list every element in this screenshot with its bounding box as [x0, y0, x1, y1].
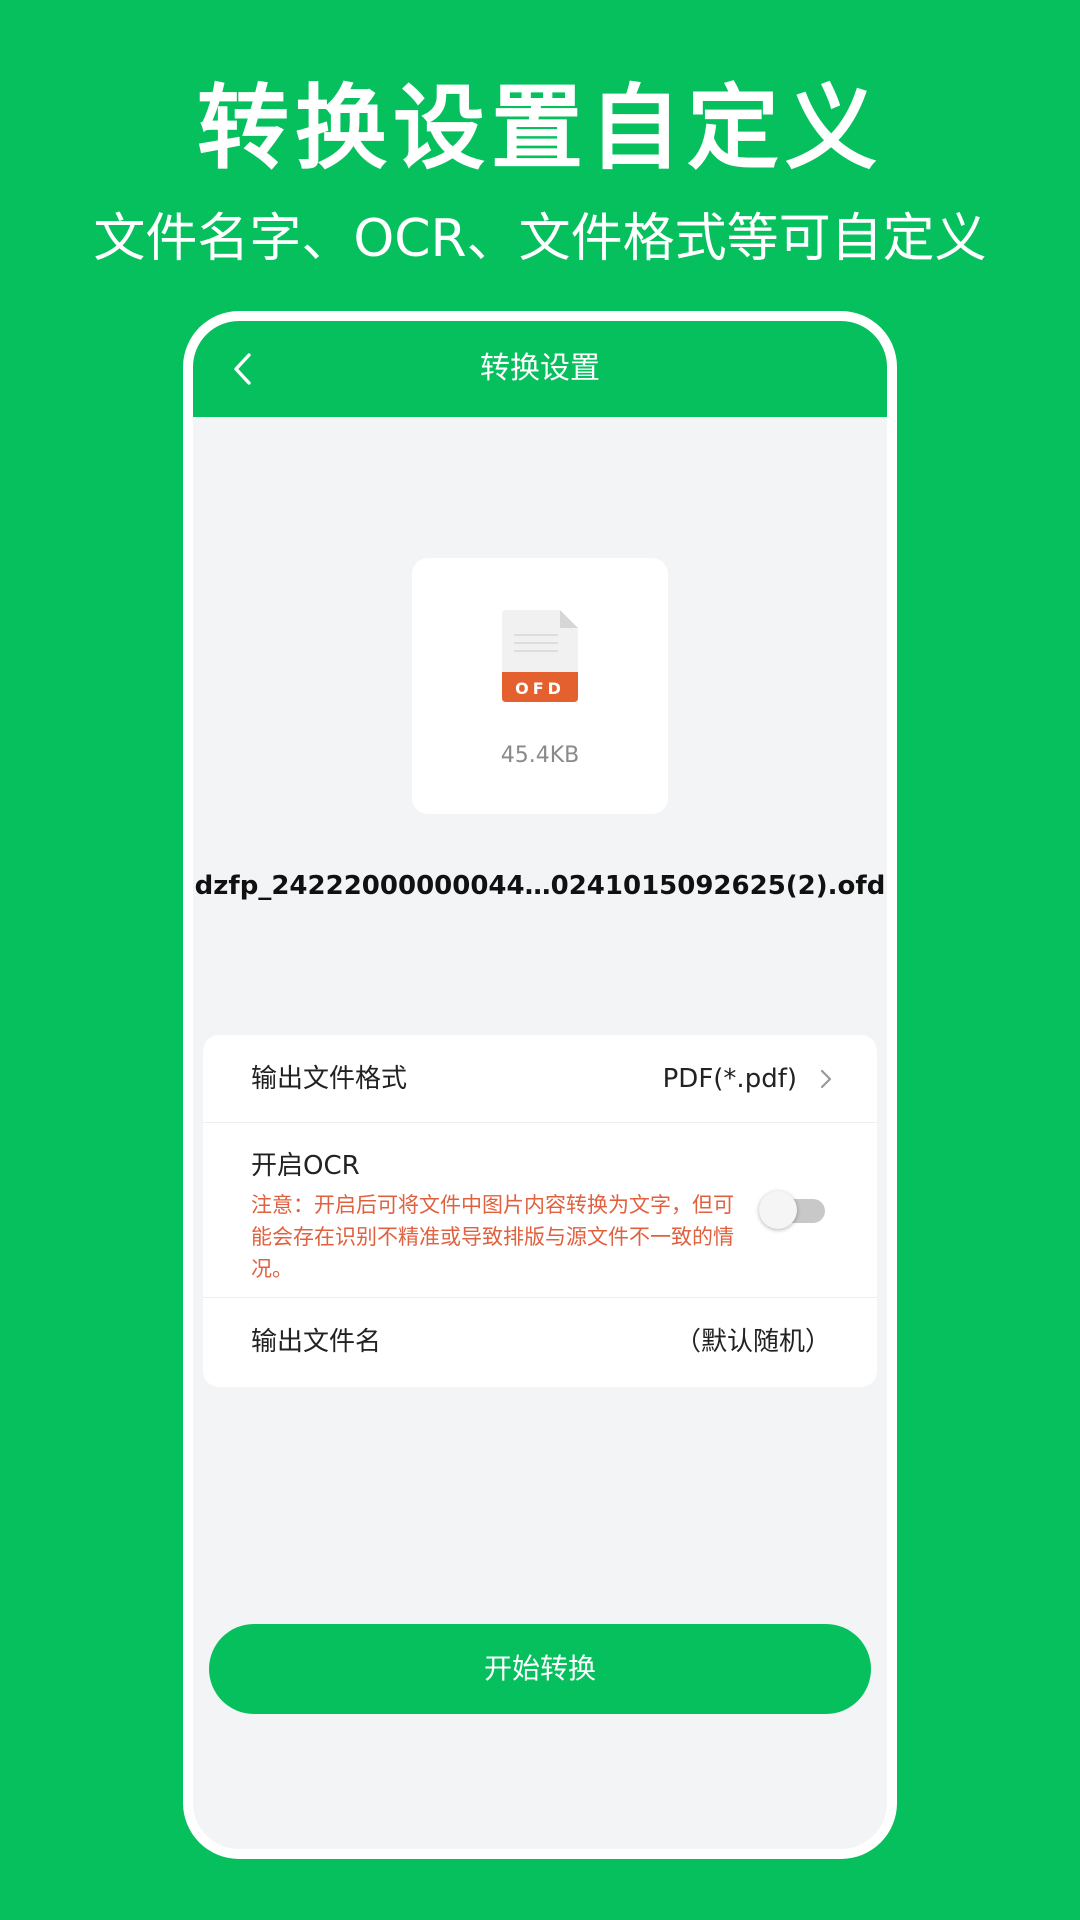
- output-format-value: PDF(*.pdf): [662, 1064, 797, 1094]
- output-format-label: 输出文件格式: [251, 1064, 408, 1094]
- file-card: OFD 45.4KB: [412, 558, 668, 814]
- promo-subtitle: 文件名字、OCR、文件格式等可自定义: [93, 209, 987, 269]
- ofd-badge-text: OFD: [515, 679, 565, 698]
- file-size: 45.4KB: [500, 743, 580, 768]
- output-filename-label: 输出文件名: [251, 1327, 382, 1357]
- settings-card: 输出文件格式 PDF(*.pdf) 开启OCR 注意：开启后可将文件中图片内容转…: [203, 1035, 877, 1387]
- output-filename-row[interactable]: 输出文件名 （默认随机）: [203, 1298, 877, 1387]
- file-name: dzfp_24222000000044…0241015092625(2).ofd: [194, 871, 886, 901]
- ocr-label: 开启OCR: [251, 1151, 360, 1181]
- promo-title: 转换设置自定义: [196, 75, 883, 182]
- back-button[interactable]: [217, 343, 269, 395]
- ocr-toggle-thumb: [759, 1191, 797, 1229]
- ocr-toggle[interactable]: [759, 1191, 827, 1229]
- ocr-warning-note: 注意：开启后可将文件中图片内容转换为文字，但可能会存在识别不精准或导致排版与源文…: [251, 1193, 734, 1281]
- page-title: 转换设置: [480, 351, 600, 386]
- chevron-left-icon: [234, 353, 251, 385]
- app-screen: 转换设置 OFD 45.4KB dzfp_24222000000044…0241…: [193, 321, 887, 1849]
- output-format-row[interactable]: 输出文件格式 PDF(*.pdf): [203, 1035, 877, 1123]
- start-convert-button[interactable]: 开始转换: [209, 1624, 871, 1714]
- ocr-row: 开启OCR 注意：开启后可将文件中图片内容转换为文字，但可能会存在识别不精准或导…: [203, 1123, 877, 1298]
- output-filename-value: （默认随机）: [674, 1327, 831, 1357]
- phone-frame: 转换设置 OFD 45.4KB dzfp_24222000000044…0241…: [183, 311, 897, 1859]
- app-header: 转换设置: [193, 321, 887, 417]
- chevron-right-icon: [820, 1069, 832, 1089]
- ofd-file-icon: OFD: [502, 610, 578, 702]
